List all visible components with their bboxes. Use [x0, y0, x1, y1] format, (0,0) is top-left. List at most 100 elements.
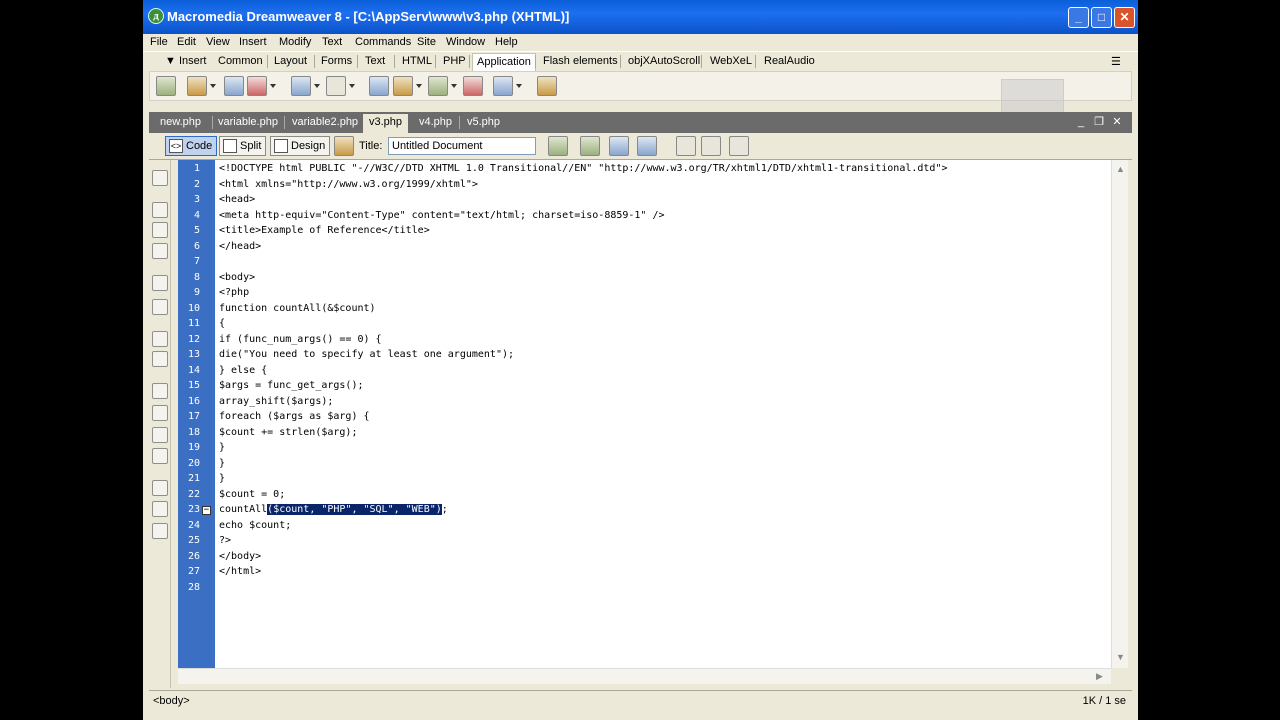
horizontal-scrollbar[interactable]: ▶: [178, 668, 1111, 684]
expand-all-icon[interactable]: [152, 243, 168, 259]
menu-modify[interactable]: Modify: [279, 36, 311, 48]
apply-comment-icon[interactable]: [152, 383, 168, 399]
code-view-button[interactable]: <> Code: [165, 136, 218, 156]
split-view-button[interactable]: Split: [219, 136, 267, 156]
selected-code[interactable]: ($count, "PHP", "SQL", "WEB"): [267, 504, 442, 515]
tag-selector[interactable]: <body>: [153, 695, 190, 707]
insert-tab-php[interactable]: PHP: [443, 55, 466, 67]
refresh-icon[interactable]: [676, 136, 696, 156]
chevron-down-icon[interactable]: [416, 84, 422, 88]
doc-tab-variable2-php[interactable]: variable2.php: [292, 116, 358, 128]
menu-site[interactable]: Site: [417, 36, 436, 48]
minimize-button[interactable]: _: [1068, 7, 1089, 28]
chevron-down-icon[interactable]: [516, 84, 522, 88]
scroll-right-icon[interactable]: ▶: [1096, 671, 1103, 682]
insert-tab-realaudio[interactable]: RealAudio: [764, 55, 815, 67]
validate-markup-icon[interactable]: [580, 136, 600, 156]
document-tab-bar: new.php variable.php variable2.php v3.ph…: [149, 112, 1132, 133]
master-detail-icon[interactable]: [369, 76, 389, 96]
chevron-down-icon[interactable]: [451, 84, 457, 88]
menu-help[interactable]: Help: [495, 36, 518, 48]
code-line: }: [219, 457, 226, 469]
chevron-down-icon[interactable]: [270, 84, 276, 88]
code-line: ?>: [219, 535, 232, 546]
insert-tab-flash-elements[interactable]: Flash elements: [543, 55, 618, 67]
recent-snippets-icon[interactable]: [152, 448, 168, 464]
menu-insert[interactable]: Insert: [239, 36, 267, 48]
chevron-down-icon[interactable]: [210, 84, 216, 88]
menu-text[interactable]: Text: [322, 36, 342, 48]
indent-code-icon[interactable]: [152, 480, 168, 496]
menu-edit[interactable]: Edit: [177, 36, 196, 48]
doc-tab-new-php[interactable]: new.php: [160, 116, 201, 128]
visual-aids-icon[interactable]: [729, 136, 749, 156]
recordset-icon[interactable]: [156, 76, 176, 96]
doc-tab-v5-php[interactable]: v5.php: [467, 116, 500, 128]
balance-braces-icon[interactable]: [152, 299, 168, 315]
doc-tab-v3-php[interactable]: v3.php: [363, 114, 409, 133]
doc-tab-variable-php[interactable]: variable.php: [218, 116, 278, 128]
open-documents-icon[interactable]: [152, 170, 168, 186]
no-browser-check-errors-icon[interactable]: [548, 136, 568, 156]
design-view-icon: [274, 139, 288, 153]
insert-bar-options-icon[interactable]: ☰: [1111, 55, 1121, 68]
view-options-icon[interactable]: [701, 136, 721, 156]
user-authentication-icon[interactable]: [493, 76, 513, 96]
scroll-down-icon[interactable]: ▼: [1116, 652, 1125, 662]
maximize-button[interactable]: □: [1091, 7, 1112, 28]
menu-file[interactable]: File: [150, 36, 168, 48]
format-source-code-icon[interactable]: [152, 523, 168, 539]
insert-tab-html[interactable]: HTML: [402, 55, 432, 67]
code-line: }: [219, 442, 226, 453]
menu-commands[interactable]: Commands: [355, 36, 411, 48]
select-parent-tag-icon[interactable]: [152, 275, 168, 291]
outdent-code-icon[interactable]: [152, 501, 168, 517]
line-numbers-icon[interactable]: [152, 331, 168, 347]
divider: [620, 55, 621, 68]
scroll-up-icon[interactable]: ▲: [1116, 164, 1125, 174]
show-region-icon[interactable]: [247, 76, 267, 96]
insert-tab-forms[interactable]: Forms: [321, 55, 352, 67]
design-view-button[interactable]: Design: [270, 136, 331, 156]
file-management-icon[interactable]: [609, 136, 629, 156]
insert-tab-objxautoscroll[interactable]: objXAutoScroll: [628, 55, 700, 67]
title-label: Title:: [359, 140, 383, 152]
code-line: $args = func_get_args();: [219, 380, 364, 391]
doc-restore-button[interactable]: ❐: [1092, 116, 1106, 129]
wrap-tag-icon[interactable]: [152, 427, 168, 443]
insert-tab-webxel[interactable]: WebXeL: [710, 55, 752, 67]
preview-in-browser-icon[interactable]: [637, 136, 657, 156]
menu-view[interactable]: View: [206, 36, 230, 48]
vertical-scrollbar[interactable]: ▲ ▼: [1111, 160, 1128, 668]
doc-close-button[interactable]: ✕: [1110, 116, 1124, 129]
chevron-down-icon[interactable]: [314, 84, 320, 88]
insert-bar-toggle[interactable]: ▼ Insert: [165, 55, 206, 67]
remove-comment-icon[interactable]: [152, 405, 168, 421]
live-data-icon[interactable]: [334, 136, 354, 156]
highlight-invalid-code-icon[interactable]: [152, 351, 168, 367]
collapse-full-tag-icon[interactable]: [152, 202, 168, 218]
menu-window[interactable]: Window: [446, 36, 485, 48]
display-record-count-icon[interactable]: [326, 76, 346, 96]
insert-tab-text[interactable]: Text: [365, 55, 385, 67]
title-bar[interactable]: д Macromedia Dreamweaver 8 - [C:\AppServ…: [143, 0, 1138, 34]
insert-tab-layout[interactable]: Layout: [274, 55, 307, 67]
collapse-code-icon[interactable]: −: [202, 506, 211, 515]
update-record-icon[interactable]: [428, 76, 448, 96]
code-view-icon: <>: [169, 139, 183, 153]
delete-record-icon[interactable]: [463, 76, 483, 96]
insert-tab-common[interactable]: Common: [218, 55, 263, 67]
collapse-selection-icon[interactable]: [152, 222, 168, 238]
chevron-down-icon[interactable]: [349, 84, 355, 88]
doc-minimize-button[interactable]: _: [1074, 116, 1088, 129]
document-title-input[interactable]: [388, 137, 536, 155]
close-button[interactable]: ✕: [1114, 7, 1135, 28]
recordset-paging-icon[interactable]: [291, 76, 311, 96]
insert-record-icon[interactable]: [393, 76, 413, 96]
insert-tab-application[interactable]: Application: [472, 53, 536, 71]
dynamic-data-icon[interactable]: [187, 76, 207, 96]
doc-tab-v4-php[interactable]: v4.php: [419, 116, 452, 128]
xslt-transformation-icon[interactable]: [537, 76, 557, 96]
code-editor[interactable]: <!DOCTYPE html PUBLIC "-//W3C//DTD XHTML…: [215, 160, 1111, 668]
repeated-region-icon[interactable]: [224, 76, 244, 96]
